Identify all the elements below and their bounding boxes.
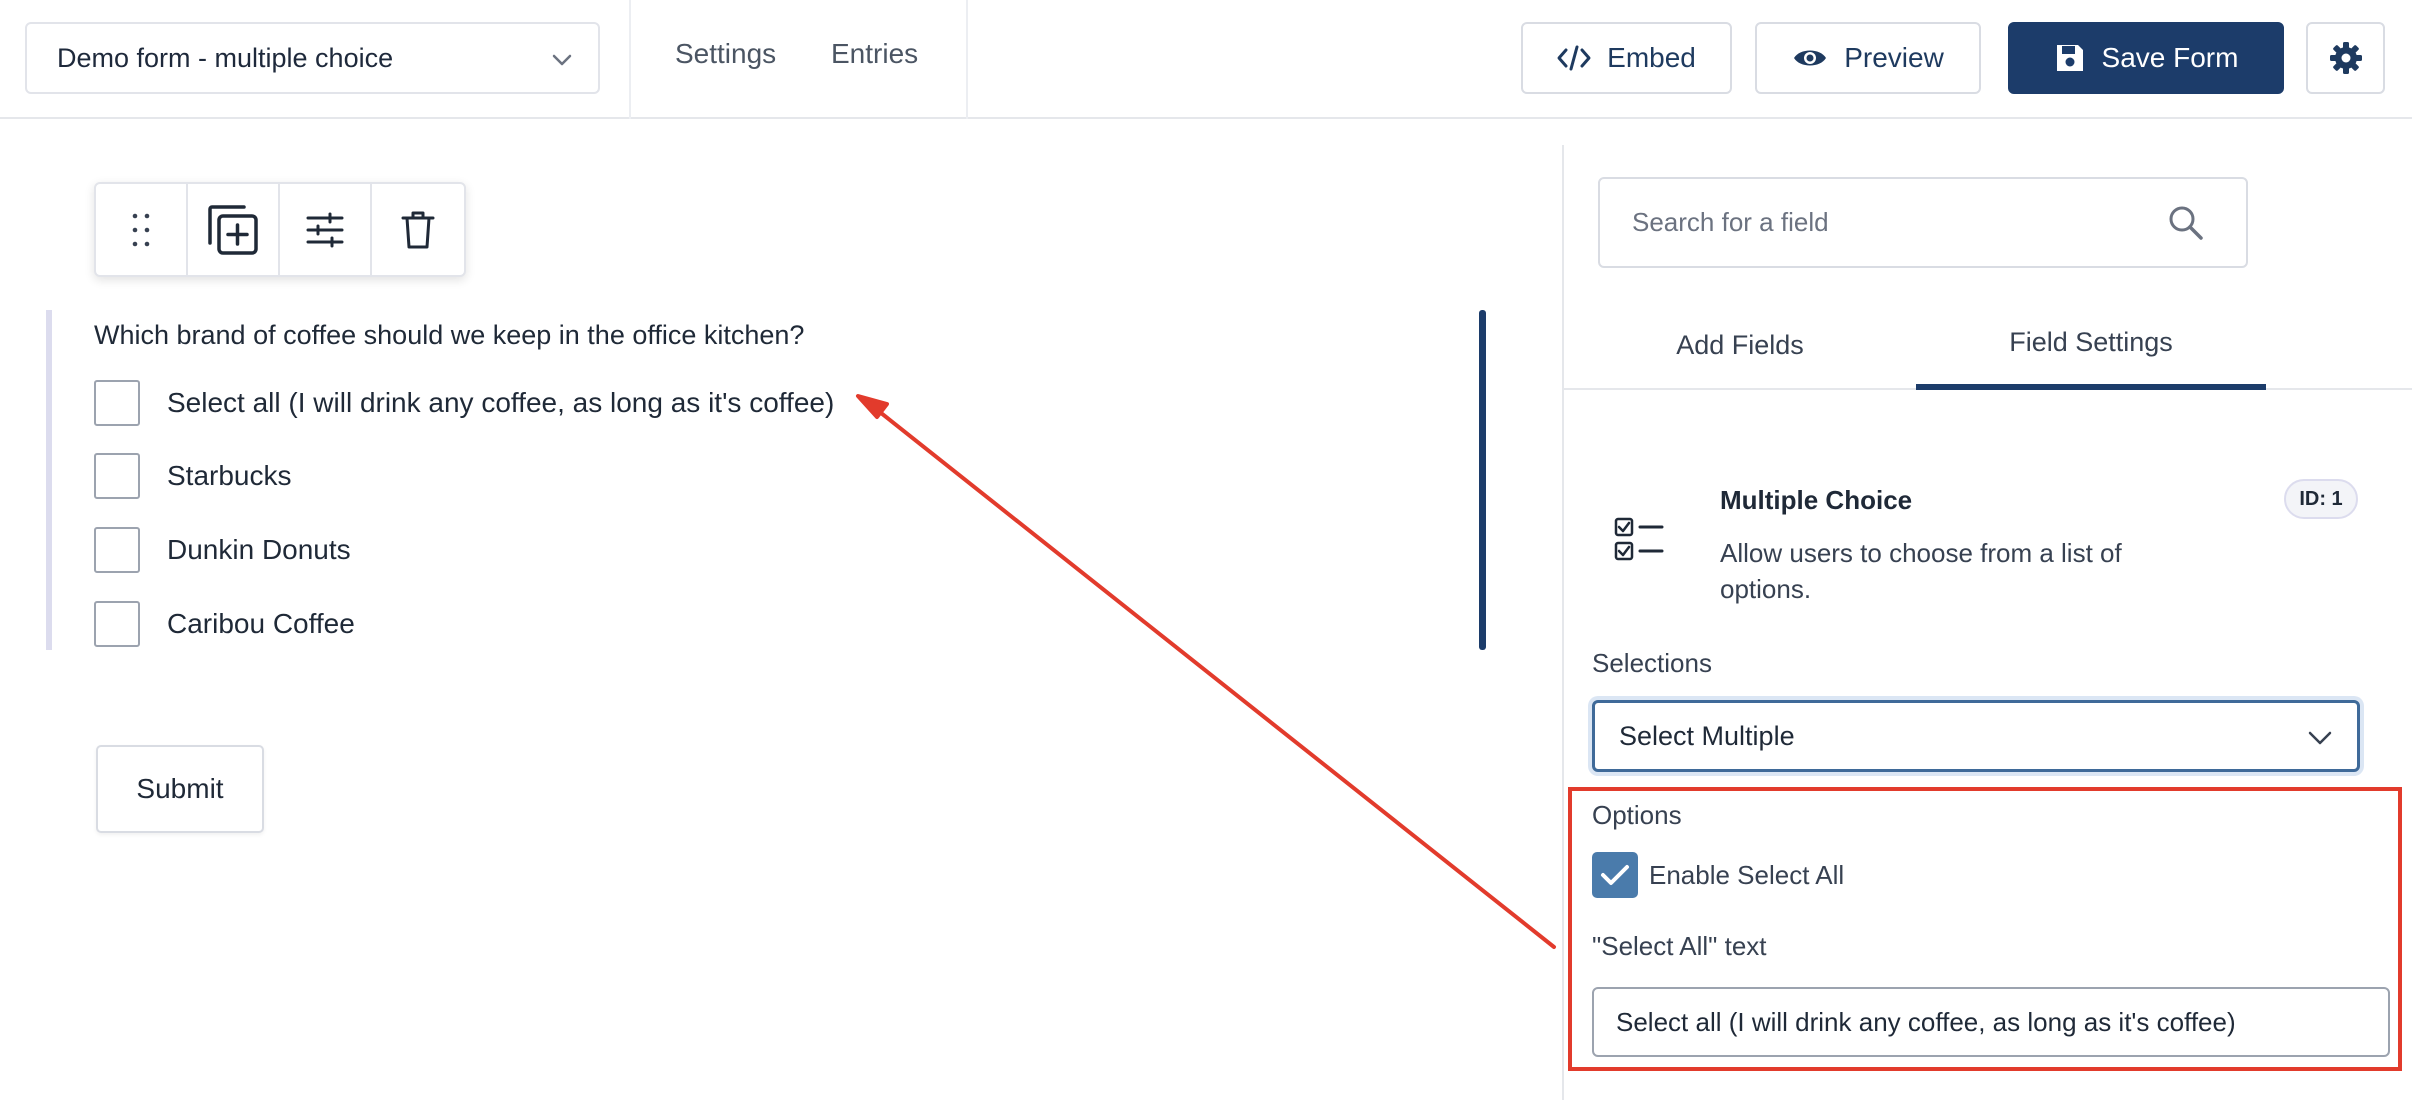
annotation-arrow xyxy=(856,394,1556,949)
